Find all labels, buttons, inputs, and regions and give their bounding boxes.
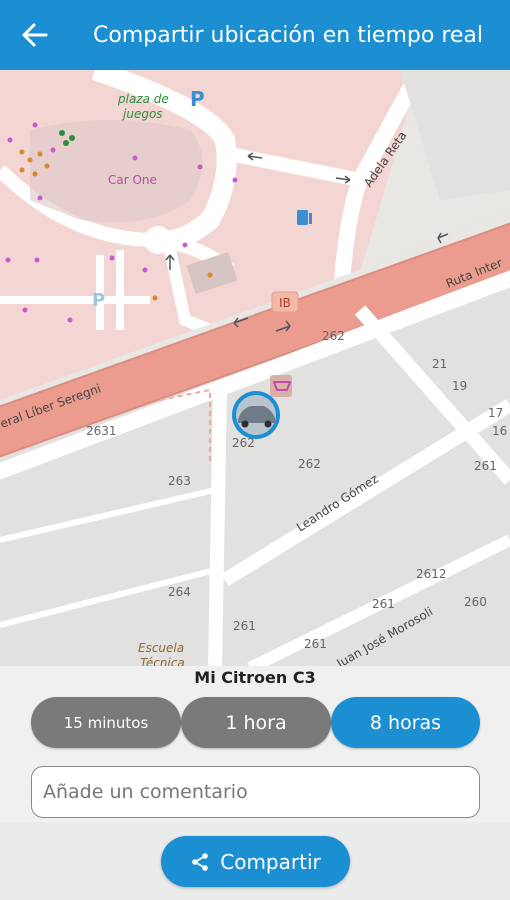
page-title: Compartir ubicación en tiempo real bbox=[93, 22, 484, 48]
svg-text:Car One: Car One bbox=[108, 173, 157, 187]
svg-text:263: 263 bbox=[168, 474, 191, 488]
svg-text:262: 262 bbox=[298, 457, 321, 471]
parking-icon: P bbox=[190, 87, 205, 111]
svg-text:261: 261 bbox=[304, 637, 327, 651]
share-sheet: Mi Citroen C3 15 minutos 1 hora 8 horas … bbox=[0, 666, 510, 900]
duration-option-8-hours[interactable]: 8 horas bbox=[331, 697, 480, 748]
svg-text:IB: IB bbox=[279, 296, 291, 310]
duration-option-15-min[interactable]: 15 minutos bbox=[31, 697, 181, 748]
duration-option-1-hour[interactable]: 1 hora bbox=[181, 697, 331, 748]
shop-icon bbox=[270, 375, 292, 397]
vehicle-name: Mi Citroen C3 bbox=[194, 668, 316, 687]
share-icon bbox=[190, 852, 210, 872]
svg-text:2631: 2631 bbox=[86, 424, 117, 438]
svg-text:Escuela: Escuela bbox=[138, 641, 184, 655]
svg-text:261: 261 bbox=[474, 459, 497, 473]
svg-text:juegos: juegos bbox=[121, 107, 163, 121]
back-button[interactable] bbox=[0, 0, 70, 70]
vehicle-location-marker[interactable] bbox=[232, 391, 280, 439]
share-button[interactable]: Compartir bbox=[161, 836, 350, 887]
app-bar: Compartir ubicación en tiempo real bbox=[0, 0, 510, 70]
svg-text:17: 17 bbox=[488, 406, 503, 420]
svg-text:21: 21 bbox=[432, 357, 447, 371]
map-canvas[interactable]: P P IB plaza de juegos Car One Adela Ret… bbox=[0, 70, 510, 668]
share-footer: Compartir bbox=[0, 822, 510, 900]
comment-input[interactable]: Añade un comentario bbox=[31, 766, 480, 818]
svg-text:16: 16 bbox=[492, 424, 507, 438]
svg-text:262: 262 bbox=[322, 329, 345, 343]
svg-text:260: 260 bbox=[464, 595, 487, 609]
svg-text:261: 261 bbox=[233, 619, 256, 633]
svg-text:264: 264 bbox=[168, 585, 191, 599]
svg-text:plaza de: plaza de bbox=[117, 92, 169, 106]
svg-text:261: 261 bbox=[372, 597, 395, 611]
arrow-left-icon bbox=[22, 23, 48, 47]
map-view[interactable]: P P IB plaza de juegos Car One Adela Ret… bbox=[0, 70, 510, 668]
svg-text:2612: 2612 bbox=[416, 567, 447, 581]
svg-text:19: 19 bbox=[452, 379, 467, 393]
svg-text:P: P bbox=[92, 290, 105, 311]
share-button-label: Compartir bbox=[220, 849, 321, 874]
